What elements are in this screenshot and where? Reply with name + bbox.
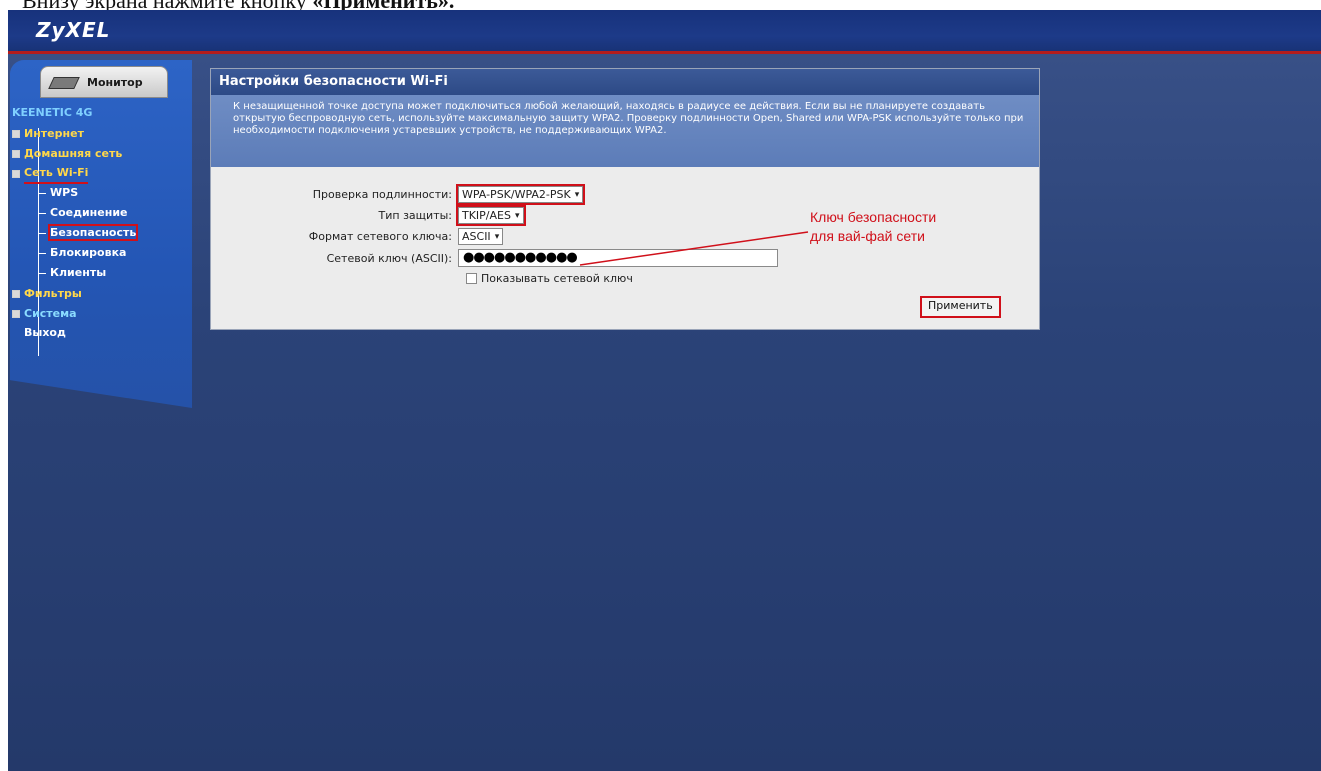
annotation-arrow xyxy=(579,231,809,266)
annotation-line xyxy=(579,231,809,266)
annotation-text: Ключ безопасности для вай-фай сети xyxy=(810,209,937,244)
